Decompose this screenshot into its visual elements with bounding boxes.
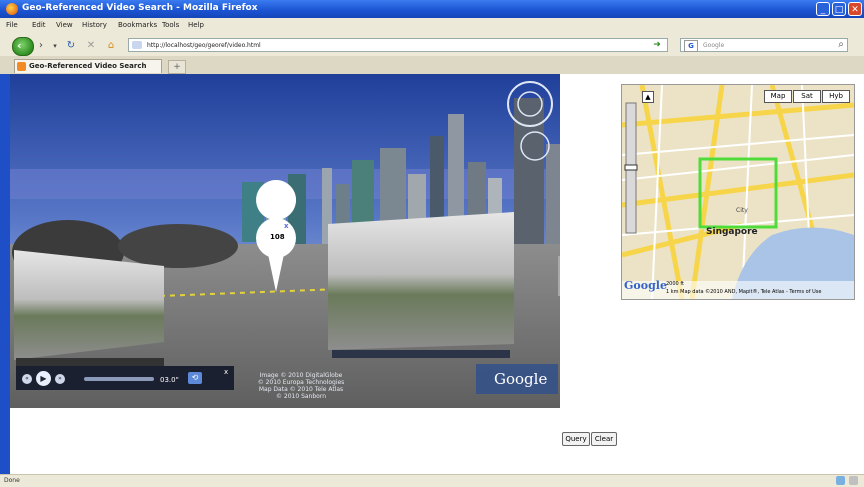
window-title: Geo-Referenced Video Search - Mozilla Fi… xyxy=(22,3,258,13)
copyright-line: © 2010 Sanborn xyxy=(275,393,326,400)
status-bar: Done xyxy=(0,474,864,487)
map-city-label: Singapore xyxy=(706,227,758,237)
reload-button[interactable]: ↻ xyxy=(64,39,78,53)
tab-strip: Geo-Referenced Video Search + xyxy=(0,56,864,75)
window-titlebar: Geo-Referenced Video Search - Mozilla Fi… xyxy=(0,0,864,18)
menu-tools[interactable]: Tools xyxy=(162,21,179,29)
marker-label: 108 xyxy=(270,233,285,241)
rewind-icon: « xyxy=(25,375,29,382)
player-close-icon[interactable]: x xyxy=(224,368,228,376)
loop-icon: ⟲ xyxy=(191,373,199,382)
chevron-down-icon: ▾ xyxy=(53,42,57,50)
window-left-border xyxy=(0,74,10,474)
menu-help[interactable]: Help xyxy=(188,21,204,29)
copyright-line: Map Data © 2010 Tele Atlas xyxy=(258,386,344,393)
stop-icon: ✕ xyxy=(86,40,96,51)
earth-scene[interactable] xyxy=(10,74,560,408)
home-icon: ⌂ xyxy=(107,40,115,51)
zoom-handle[interactable] xyxy=(624,164,638,171)
map-type-map-button[interactable]: Map xyxy=(764,90,792,103)
map-attribution: 1 km Map data ©2010 AND, Mapit®, Tele At… xyxy=(666,289,822,295)
tab-label: Geo-Referenced Video Search xyxy=(29,62,147,70)
video-seek-track[interactable] xyxy=(84,377,154,381)
search-input[interactable]: G Google xyxy=(680,38,848,52)
resize-grip-icon[interactable] xyxy=(849,476,858,485)
fast-forward-icon: » xyxy=(58,375,62,382)
marker-close-icon[interactable]: x xyxy=(284,222,289,230)
menu-file[interactable]: File xyxy=(6,21,18,29)
menu-bar: File Edit View History Bookmarks Tools H… xyxy=(0,18,864,35)
url-text: http://localhost/geo/georef/video.html xyxy=(147,42,261,49)
clear-button[interactable]: Clear xyxy=(591,432,617,446)
map-district-label: City xyxy=(736,207,748,214)
player-time: 03.0" xyxy=(160,376,179,384)
map-type-hyb-button[interactable]: Hyb xyxy=(822,90,850,103)
tab-geo-video-search[interactable]: Geo-Referenced Video Search xyxy=(14,59,162,73)
site-identity-icon xyxy=(132,41,142,49)
reload-icon: ↻ xyxy=(66,40,76,51)
maximize-button[interactable]: □ xyxy=(832,2,846,16)
go-button[interactable]: ➜ xyxy=(650,38,664,52)
search-engine-icon[interactable]: G xyxy=(684,40,698,52)
search-placeholder: Google xyxy=(703,42,725,49)
magnifier-icon: ⌕ xyxy=(838,39,844,50)
video-overlay-right[interactable] xyxy=(328,212,514,358)
status-text: Done xyxy=(4,477,20,484)
go-arrow-icon: ➜ xyxy=(653,40,661,50)
url-field[interactable]: http://localhost/geo/georef/video.html xyxy=(128,38,668,52)
home-button[interactable]: ⌂ xyxy=(104,39,118,53)
map-type-sat-button[interactable]: Sat xyxy=(793,90,821,103)
stop-button[interactable]: ✕ xyxy=(84,39,98,53)
dome-right xyxy=(118,224,238,268)
mini-map[interactable]: Map Sat Hyb ▲ Singapore City Google 2000… xyxy=(621,84,855,300)
play-button[interactable]: ▶ xyxy=(36,371,51,386)
loop-button[interactable]: ⟲ xyxy=(188,372,202,384)
map-tiles[interactable] xyxy=(622,85,854,299)
map-google-logo: Google xyxy=(624,279,667,292)
menu-view[interactable]: View xyxy=(56,21,73,29)
navigation-toolbar: ‹ › ▾ ↻ ✕ ⌂ http://localhost/geo/georef/… xyxy=(0,34,864,56)
menu-history[interactable]: History xyxy=(82,21,107,29)
copyright-line: © 2010 Europa Technologies xyxy=(257,379,345,386)
menu-bookmarks[interactable]: Bookmarks xyxy=(118,21,157,29)
minimize-button[interactable]: _ xyxy=(816,2,830,16)
forward-button[interactable]: › xyxy=(34,39,48,53)
fast-forward-button[interactable]: » xyxy=(55,374,65,384)
tab-favicon xyxy=(17,62,26,71)
copyright-line: Image © 2010 DigitalGlobe xyxy=(259,372,343,379)
imagery-copyright: Image © 2010 DigitalGlobe © 2010 Europa … xyxy=(246,372,356,400)
rewind-button[interactable]: « xyxy=(22,374,32,384)
menu-edit[interactable]: Edit xyxy=(32,21,46,29)
new-tab-button[interactable]: + xyxy=(168,60,186,74)
query-button[interactable]: Query xyxy=(562,432,590,446)
status-addon-icon[interactable] xyxy=(836,476,845,485)
play-icon: ▶ xyxy=(40,374,47,383)
search-button[interactable]: ⌕ xyxy=(834,38,848,52)
plus-icon: + xyxy=(173,62,181,72)
earth-3d-view[interactable]: 108 x « ▶ » 03.0" ⟲ x Image © 2010 Digit… xyxy=(10,74,560,408)
back-arrow-icon: ‹ xyxy=(17,39,22,52)
forward-arrow-icon: › xyxy=(39,40,43,51)
history-dropdown-button[interactable]: ▾ xyxy=(48,39,62,53)
arrow-up-icon: ▲ xyxy=(645,93,651,101)
map-scale-label: 2000 ft xyxy=(666,281,684,287)
firefox-icon xyxy=(6,3,18,15)
pan-up-button[interactable]: ▲ xyxy=(642,91,654,103)
earth-google-logo: Google xyxy=(494,370,548,388)
back-button[interactable]: ‹ xyxy=(12,37,34,56)
close-window-button[interactable]: ✕ xyxy=(848,2,862,16)
